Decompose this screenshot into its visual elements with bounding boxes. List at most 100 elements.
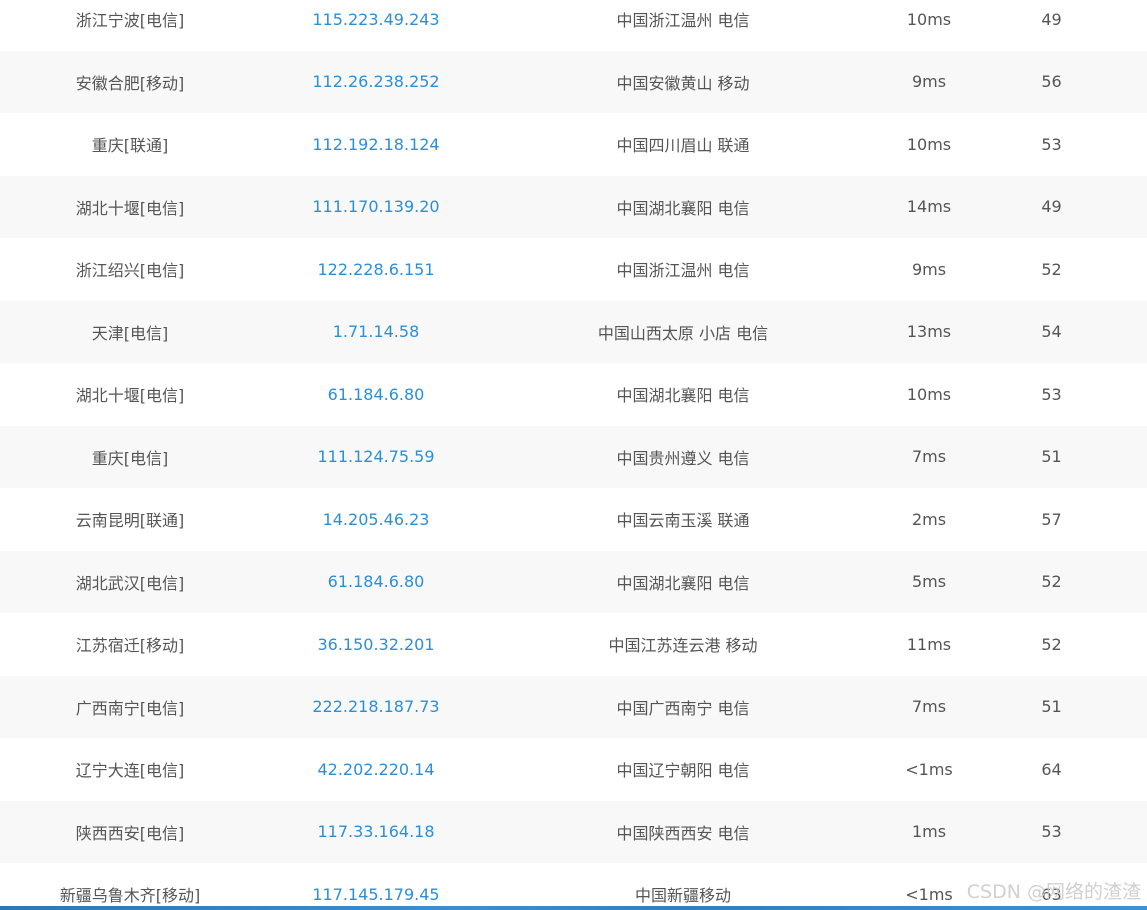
monitor-node-cell: 浙江绍兴[电信] (75, 261, 185, 281)
ttl-cell: 57 (1041, 509, 1062, 529)
response-time-cell: <1ms (905, 759, 953, 779)
response-time-cell: 7ms (911, 697, 947, 717)
monitor-node-cell: 云南昆明[联通] (75, 511, 185, 531)
table-row: 辽宁大连[电信] 42.202.220.14 中国辽宁朝阳 电信 <1ms 64 (0, 738, 1147, 801)
table-row: 安徽合肥[移动] 112.26.238.252 中国安徽黄山 移动 9ms 56 (0, 50, 1147, 114)
monitor-node-cell: 陕西西安[电信] (75, 823, 185, 843)
row-padding-cell (1119, 363, 1147, 426)
ip-location-cell: 中国广西南宁 电信 (616, 698, 750, 718)
response-ip-link[interactable]: 112.192.18.124 (260, 113, 492, 176)
row-padding-cell (1119, 676, 1147, 739)
monitor-node-cell: 安徽合肥[移动] (75, 73, 185, 93)
monitor-node-cell: 湖北十堰[电信] (75, 386, 185, 406)
table-row: 重庆[电信] 111.124.75.59 中国贵州遵义 电信 7ms 51 (0, 425, 1147, 489)
ip-location-cell: 中国江苏连云港 移动 (608, 636, 758, 656)
response-time-cell: 5ms (911, 572, 947, 592)
ttl-cell: 63 (1041, 884, 1062, 904)
response-time-cell: 13ms (906, 322, 952, 342)
ip-location-cell: 中国安徽黄山 移动 (616, 73, 750, 93)
response-ip-link[interactable]: 112.26.238.252 (260, 51, 492, 114)
response-ip-link[interactable]: 111.124.75.59 (260, 426, 492, 489)
row-padding-cell (1119, 551, 1147, 614)
ip-location-cell: 中国四川眉山 联通 (616, 136, 750, 156)
monitor-node-cell: 广西南宁[电信] (75, 698, 185, 718)
row-padding-cell (1119, 51, 1147, 114)
monitor-node-cell: 重庆[联通] (91, 136, 169, 156)
monitor-node-cell: 湖北十堰[电信] (75, 198, 185, 218)
ttl-cell: 52 (1041, 634, 1062, 654)
response-ip-link[interactable]: 115.223.49.243 (260, 0, 492, 51)
table-row: 浙江宁波[电信] 115.223.49.243 中国浙江温州 电信 10ms 4… (0, 0, 1147, 51)
ip-location-cell: 中国浙江温州 电信 (616, 261, 750, 281)
ip-location-cell: 中国辽宁朝阳 电信 (616, 761, 750, 781)
row-padding-cell (1119, 613, 1147, 676)
monitor-node-cell: 浙江宁波[电信] (75, 11, 185, 31)
ping-results-body: 浙江宁波[电信] 115.223.49.243 中国浙江温州 电信 10ms 4… (0, 0, 1147, 910)
response-ip-link[interactable]: 122.228.6.151 (260, 238, 492, 301)
response-time-cell: 1ms (911, 822, 947, 842)
monitor-node-cell: 辽宁大连[电信] (75, 761, 185, 781)
table-row: 湖北十堰[电信] 111.170.139.20 中国湖北襄阳 电信 14ms 4… (0, 175, 1147, 239)
ttl-cell: 51 (1041, 697, 1062, 717)
ttl-cell: 54 (1041, 322, 1062, 342)
ip-location-cell: 中国湖北襄阳 电信 (616, 198, 750, 218)
ttl-cell: 52 (1041, 259, 1062, 279)
ip-location-cell: 中国贵州遵义 电信 (616, 448, 750, 468)
response-time-cell: 9ms (911, 72, 947, 92)
ttl-cell: 51 (1041, 447, 1062, 467)
monitor-node-cell: 重庆[电信] (91, 448, 169, 468)
response-ip-link[interactable]: 1.71.14.58 (260, 301, 492, 364)
table-row: 湖北十堰[电信] 61.184.6.80 中国湖北襄阳 电信 10ms 53 (0, 363, 1147, 426)
response-time-cell: 9ms (911, 259, 947, 279)
ip-location-cell: 中国新疆移动 (634, 886, 731, 906)
row-padding-cell (1119, 426, 1147, 489)
row-padding-cell (1119, 488, 1147, 551)
table-row: 江苏宿迁[移动] 36.150.32.201 中国江苏连云港 移动 11ms 5… (0, 613, 1147, 676)
monitor-node-cell: 天津[电信] (91, 323, 169, 343)
table-row: 陕西西安[电信] 117.33.164.18 中国陕西西安 电信 1ms 53 (0, 800, 1147, 864)
row-padding-cell (1119, 0, 1147, 51)
ttl-cell: 53 (1041, 134, 1062, 154)
row-padding-cell (1119, 738, 1147, 801)
row-padding-cell (1119, 863, 1147, 910)
response-ip-link[interactable]: 14.205.46.23 (260, 488, 492, 551)
table-row: 云南昆明[联通] 14.205.46.23 中国云南玉溪 联通 2ms 57 (0, 488, 1147, 551)
response-ip-link[interactable]: 36.150.32.201 (260, 613, 492, 676)
ip-location-cell: 中国浙江温州 电信 (616, 11, 750, 31)
row-padding-cell (1119, 113, 1147, 176)
table-row: 天津[电信] 1.71.14.58 中国山西太原 小店 电信 13ms 54 (0, 300, 1147, 364)
bottom-accent-bar (0, 906, 1147, 910)
table-row: 广西南宁[电信] 222.218.187.73 中国广西南宁 电信 7ms 51 (0, 675, 1147, 739)
table-row: 重庆[联通] 112.192.18.124 中国四川眉山 联通 10ms 53 (0, 113, 1147, 176)
response-time-cell: 10ms (906, 384, 952, 404)
response-ip-link[interactable]: 222.218.187.73 (260, 676, 492, 739)
ip-location-cell: 中国湖北襄阳 电信 (616, 386, 750, 406)
response-ip-link[interactable]: 117.145.179.45 (260, 863, 492, 910)
response-ip-link[interactable]: 61.184.6.80 (260, 363, 492, 426)
response-time-cell: 11ms (906, 634, 952, 654)
response-time-cell: <1ms (905, 884, 953, 904)
ttl-cell: 49 (1041, 9, 1062, 29)
response-ip-link[interactable]: 42.202.220.14 (260, 738, 492, 801)
ip-location-cell: 中国山西太原 小店 电信 (597, 323, 769, 343)
ttl-cell: 56 (1041, 72, 1062, 92)
response-ip-link[interactable]: 111.170.139.20 (260, 176, 492, 239)
monitor-node-cell: 江苏宿迁[移动] (75, 636, 185, 656)
table-row: 浙江绍兴[电信] 122.228.6.151 中国浙江温州 电信 9ms 52 (0, 238, 1147, 301)
table-row: 新疆乌鲁木齐[移动] 117.145.179.45 中国新疆移动 <1ms 63 (0, 863, 1147, 910)
monitor-node-cell: 湖北武汉[电信] (75, 573, 185, 593)
response-ip-link[interactable]: 61.184.6.80 (260, 551, 492, 614)
response-time-cell: 2ms (911, 509, 947, 529)
table-row: 湖北武汉[电信] 61.184.6.80 中国湖北襄阳 电信 5ms 52 (0, 550, 1147, 614)
ttl-cell: 64 (1041, 759, 1062, 779)
response-time-cell: 7ms (911, 447, 947, 467)
ttl-cell: 53 (1041, 822, 1062, 842)
row-padding-cell (1119, 801, 1147, 864)
row-padding-cell (1119, 301, 1147, 364)
response-time-cell: 10ms (906, 9, 952, 29)
response-ip-link[interactable]: 117.33.164.18 (260, 801, 492, 864)
ip-location-cell: 中国湖北襄阳 电信 (616, 573, 750, 593)
ttl-cell: 53 (1041, 384, 1062, 404)
response-time-cell: 10ms (906, 134, 952, 154)
row-padding-cell (1119, 238, 1147, 301)
